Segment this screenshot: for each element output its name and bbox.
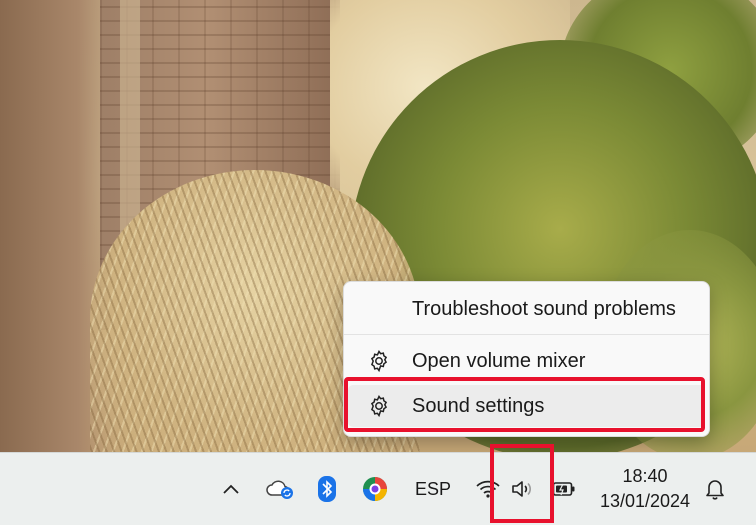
volume-context-menu: Troubleshoot sound problems Open volume … [343,281,710,437]
gear-icon [366,348,392,374]
menu-item-label: Troubleshoot sound problems [412,297,676,320]
menu-separator [344,334,709,335]
copilot-icon [363,477,387,501]
wifi-icon [476,480,500,498]
bluetooth-button[interactable] [312,453,342,525]
menu-item-label: Open volume mixer [412,349,586,372]
onedrive-button[interactable] [263,453,297,525]
taskbar: ESP 18:40 13/01/2024 [0,452,756,525]
notifications-button[interactable] [700,453,730,525]
menu-item-troubleshoot-sound[interactable]: Troubleshoot sound problems [348,288,705,330]
menu-item-sound-settings[interactable]: Sound settings [348,385,705,427]
battery-icon [552,482,575,496]
bell-icon [706,480,724,500]
show-hidden-icons-button[interactable] [216,453,246,525]
bluetooth-icon [318,476,336,502]
network-button[interactable] [472,453,504,525]
menu-item-label: Sound settings [412,394,545,417]
gear-icon [366,393,392,419]
volume-button[interactable] [506,453,540,525]
battery-button[interactable] [548,453,580,525]
taskbar-clock[interactable]: 18:40 13/01/2024 [592,453,698,525]
clock-date: 13/01/2024 [599,491,691,511]
menu-item-open-volume-mixer[interactable]: Open volume mixer [348,340,705,382]
input-language-indicator[interactable]: ESP [410,453,456,525]
clock-time: 18:40 [622,466,668,486]
onedrive-sync-icon [266,480,293,499]
chevron-up-icon [223,484,239,494]
copilot-button[interactable] [358,453,392,525]
speaker-icon [512,481,531,497]
